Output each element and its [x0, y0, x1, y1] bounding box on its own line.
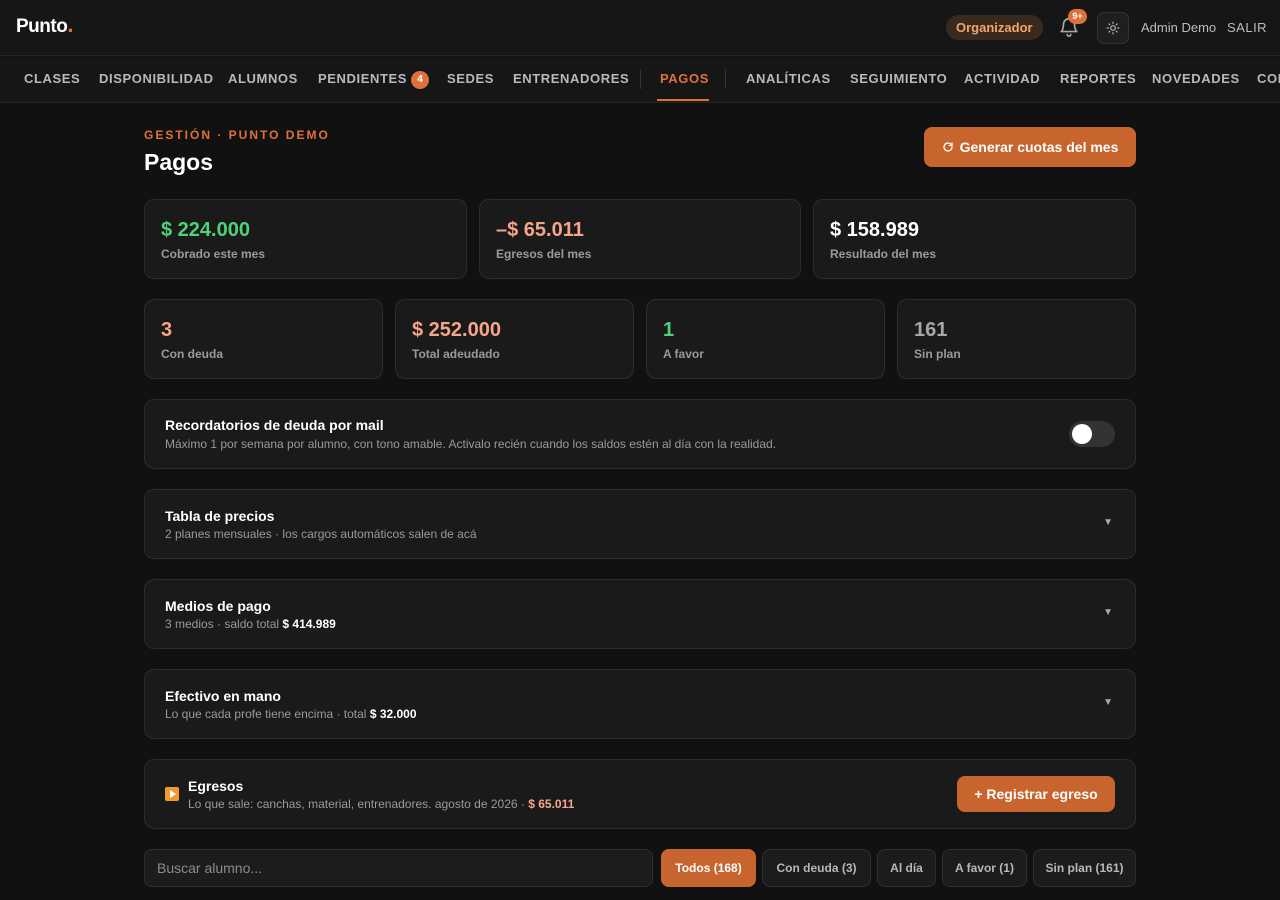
role-badge[interactable]: Organizador [946, 15, 1043, 40]
stat-card-credit[interactable]: 1 A favor [646, 299, 885, 379]
notifications-badge: 9+ [1068, 9, 1087, 24]
page-title: Pagos [144, 149, 214, 175]
debt-reminders-panel: Recordatorios de deuda por mail Máximo 1… [144, 399, 1136, 469]
panel-title: Egresos [188, 778, 244, 794]
theme-toggle-button[interactable] [1097, 12, 1129, 44]
panel-subtitle: Lo que sale: canchas, material, entrenad… [188, 797, 574, 811]
logo-text: Punto [16, 16, 68, 37]
panel-subtitle-text: 3 medios · saldo total [165, 617, 280, 631]
nav-item-disponibilidad[interactable]: DISPONIBILIDAD [99, 71, 214, 86]
stat-label: Total adeudado [412, 347, 500, 361]
chevron-down-icon[interactable]: ▼ [1103, 697, 1113, 708]
chevron-down-icon[interactable]: ▼ [1103, 517, 1113, 528]
expenses-total: $ 65.011 [528, 797, 575, 811]
stat-label: A favor [663, 347, 704, 361]
stat-label: Egresos del mes [496, 247, 592, 261]
app-logo[interactable]: Punto. [16, 14, 73, 38]
stat-value: 1 [663, 319, 675, 341]
panel-subtitle: Máximo 1 por semana por alumno, con tono… [165, 437, 777, 451]
generate-fees-button[interactable]: Generar cuotas del mes [924, 127, 1136, 167]
panel-subtitle: 2 planes mensuales · los cargos automáti… [165, 527, 477, 541]
nav-item-pendientes[interactable]: PENDIENTES 4 [318, 71, 430, 89]
panel-title: Medios de pago [165, 598, 271, 614]
stat-value: $ 252.000 [412, 319, 501, 341]
filter-credit[interactable]: A favor (1) [942, 849, 1027, 887]
nav-item-entrenadores[interactable]: ENTRENADORES [513, 71, 629, 86]
stat-value: $ 224.000 [161, 219, 250, 241]
nav-item-label: PENDIENTES [318, 71, 408, 86]
filter-up-to-date[interactable]: Al día [877, 849, 936, 887]
cash-on-hand-panel[interactable]: Efectivo en mano Lo que cada profe tiene… [144, 669, 1136, 739]
sun-icon [1106, 21, 1120, 35]
stat-card-total-owed: $ 252.000 Total adeudado [395, 299, 634, 379]
nav-divider [725, 69, 726, 89]
nav-item-actividad[interactable]: ACTIVIDAD [964, 71, 1040, 86]
chevron-down-icon[interactable]: ▼ [1103, 607, 1113, 618]
nav-active-indicator [657, 99, 709, 101]
stat-card-expenses: –$ 65.011 Egresos del mes [479, 199, 801, 279]
stat-label: Con deuda [161, 347, 223, 361]
stat-label: Resultado del mes [830, 247, 937, 261]
panel-subtitle: Lo que cada profe tiene encima · total $… [165, 707, 417, 721]
panel-subtitle: 3 medios · saldo total $ 414.989 [165, 617, 336, 631]
panel-title: Tabla de precios [165, 508, 275, 524]
stat-card-debt-count[interactable]: 3 Con deuda [144, 299, 383, 379]
nav-item-overflow[interactable]: CON [1257, 71, 1280, 86]
stat-value: $ 158.989 [830, 219, 919, 241]
generate-fees-label: Generar cuotas del mes [959, 139, 1119, 155]
nav-divider [640, 69, 641, 89]
stat-value: 161 [914, 319, 948, 341]
reminders-toggle[interactable] [1069, 421, 1115, 447]
price-table-panel[interactable]: Tabla de precios 2 planes mensuales · lo… [144, 489, 1136, 559]
nav-item-pagos[interactable]: PAGOS [660, 71, 709, 86]
payment-methods-total: $ 414.989 [282, 617, 336, 631]
cash-total: $ 32.000 [369, 707, 417, 721]
expenses-panel: Egresos Lo que sale: canchas, material, … [144, 759, 1136, 829]
toggle-knob [1072, 424, 1092, 444]
stat-label: Cobrado este mes [161, 247, 266, 261]
payment-methods-panel[interactable]: Medios de pago 3 medios · saldo total $ … [144, 579, 1136, 649]
panel-title: Recordatorios de deuda por mail [165, 417, 384, 433]
nav-item-reportes[interactable]: REPORTES [1060, 71, 1136, 86]
register-expense-button[interactable]: + Registrar egreso [957, 776, 1115, 812]
nav-item-novedades[interactable]: NOVEDADES [1152, 71, 1240, 86]
search-input[interactable] [144, 849, 653, 887]
nav-item-sedes[interactable]: SEDES [447, 71, 494, 86]
stat-value: –$ 65.011 [496, 219, 584, 241]
stat-value: 3 [161, 319, 173, 341]
panel-subtitle-text: Lo que sale: canchas, material, entrenad… [188, 797, 525, 811]
stat-card-collected: $ 224.000 Cobrado este mes [144, 199, 467, 279]
filter-debt[interactable]: Con deuda (3) [762, 849, 871, 887]
nav-item-seguimiento[interactable]: SEGUIMIENTO [850, 71, 947, 86]
nav-item-analiticas[interactable]: ANALÍTICAS [746, 71, 831, 86]
top-bar: Punto. Organizador 9+ Admin Demo SALIR [0, 0, 1280, 56]
stat-label: Sin plan [914, 347, 961, 361]
filter-no-plan[interactable]: Sin plan (161) [1033, 849, 1136, 887]
play-icon[interactable] [165, 787, 179, 801]
stat-card-no-plan[interactable]: 161 Sin plan [897, 299, 1136, 379]
refresh-icon [942, 142, 953, 152]
logout-button[interactable]: SALIR [1227, 20, 1267, 35]
nav-item-clases[interactable]: CLASES [24, 71, 80, 86]
pending-count-badge: 4 [411, 71, 430, 89]
panel-title: Efectivo en mano [165, 688, 281, 704]
page-eyebrow: GESTIÓN · PUNTO DEMO [144, 128, 330, 142]
panel-subtitle-text: Lo que cada profe tiene encima · total [165, 707, 367, 721]
logo-dot: . [67, 12, 73, 37]
stat-card-result: $ 158.989 Resultado del mes [813, 199, 1136, 279]
user-name[interactable]: Admin Demo [1141, 20, 1216, 35]
main-nav: CLASES DISPONIBILIDAD ALUMNOS PENDIENTES… [0, 57, 1280, 103]
nav-item-alumnos[interactable]: ALUMNOS [228, 71, 298, 86]
filter-all[interactable]: Todos (168) [661, 849, 756, 887]
